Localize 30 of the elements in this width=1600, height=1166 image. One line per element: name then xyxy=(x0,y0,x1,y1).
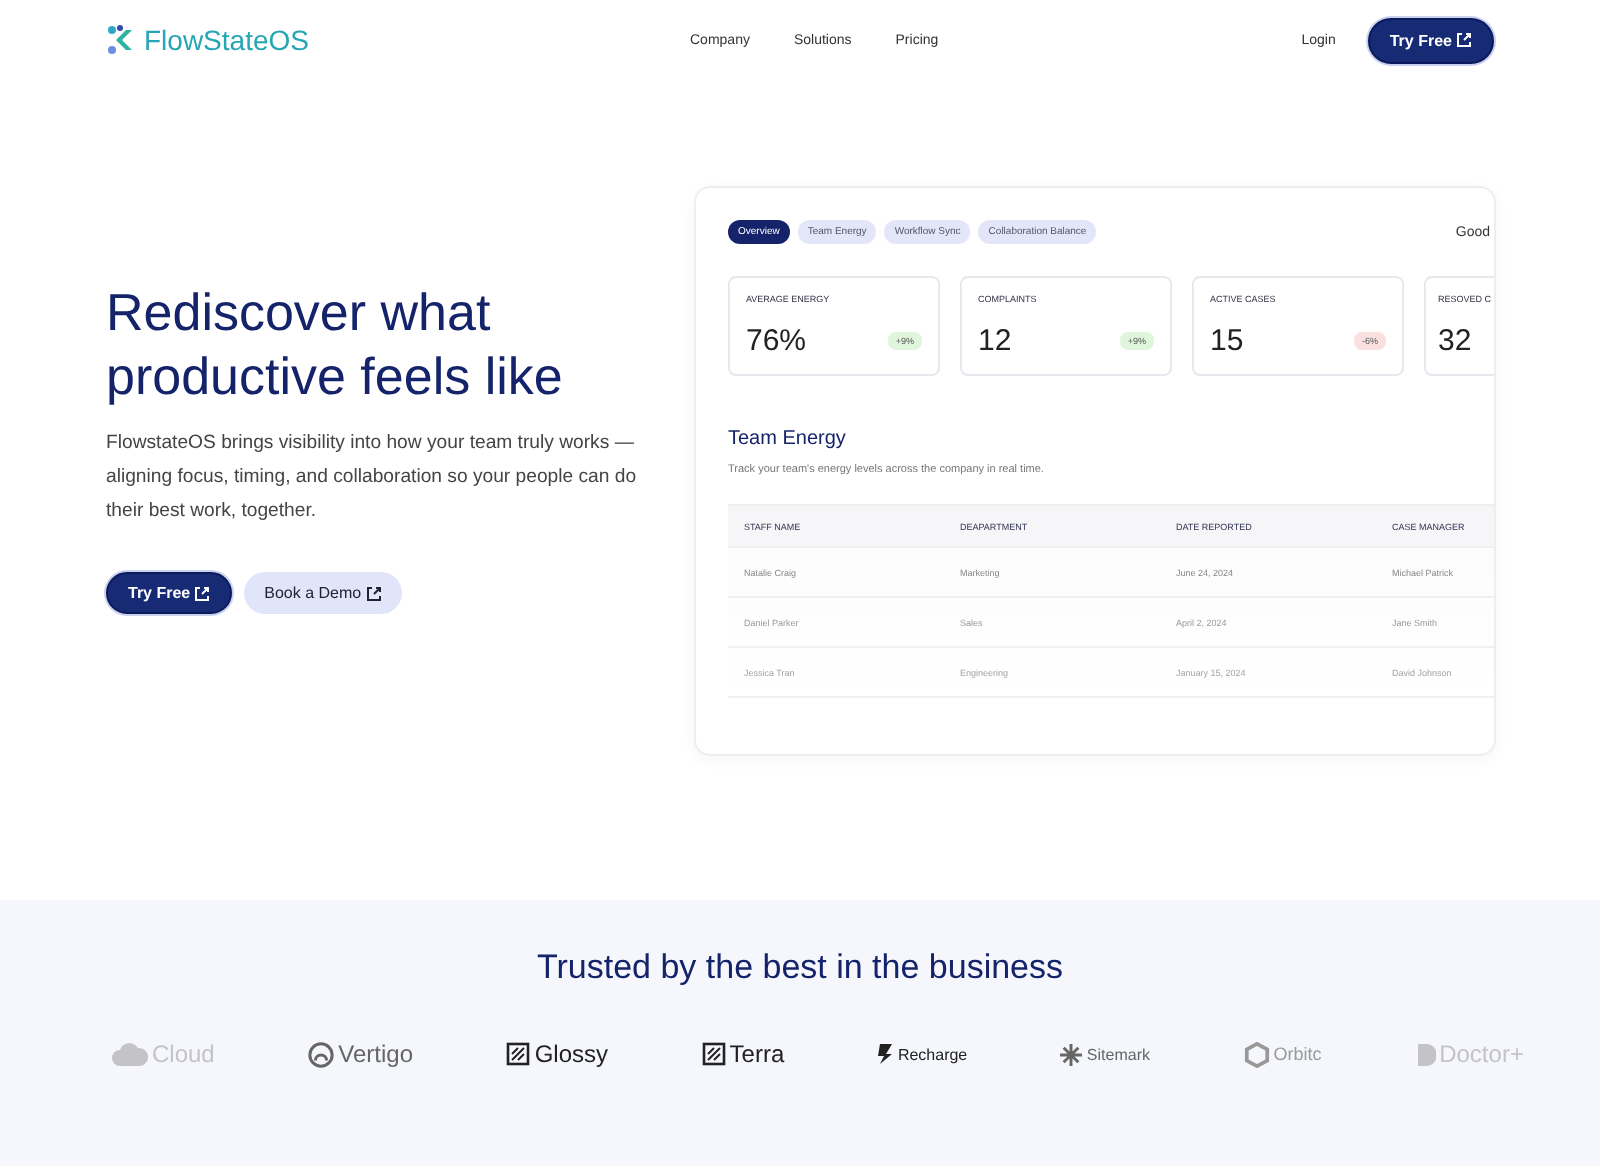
hero-heading: Rediscover what productive feels like xyxy=(106,280,565,408)
book-demo-button[interactable]: Book a Demo xyxy=(244,572,402,614)
logo-mark-icon xyxy=(112,1042,148,1066)
external-link-icon xyxy=(1456,32,1472,48)
section-heading: Trusted by the best in the business xyxy=(534,948,1066,988)
logo-mark-icon xyxy=(877,1044,894,1064)
company-name: Vertigo xyxy=(338,1040,414,1068)
logo-mark-icon xyxy=(1060,1043,1083,1065)
stat-value: 76% xyxy=(746,324,807,358)
external-link-icon xyxy=(194,585,211,601)
hero-description: FlowstateOS brings visibility into how your team truly works — aligning focus, timing, and collaboration so your people can do their best work, together. xyxy=(106,430,639,526)
logo-mark-icon xyxy=(506,1042,531,1066)
company-name: Recharge xyxy=(897,1045,968,1063)
logo-mark-icon xyxy=(701,1042,726,1066)
logo-mark-icon xyxy=(308,1041,335,1067)
logo-mark-icon xyxy=(1243,1041,1270,1067)
try-free-button[interactable]: Try Free xyxy=(106,572,233,614)
logo-icon xyxy=(106,24,138,56)
company-name: Terra xyxy=(729,1040,785,1068)
logo-mark-icon xyxy=(1415,1041,1436,1067)
company-name: Sitemark xyxy=(1086,1045,1150,1063)
company-name: Orbitc xyxy=(1273,1044,1322,1064)
brand-name: FlowStateOS xyxy=(144,24,309,56)
section-heading: Team Energy xyxy=(728,428,848,450)
stat-value: 12 xyxy=(978,324,1012,358)
stat-value: 15 xyxy=(1210,324,1244,358)
external-link-icon xyxy=(365,585,382,601)
try-free-button[interactable]: Try Free xyxy=(1367,17,1494,63)
stat-value: 32 xyxy=(1438,324,1472,358)
company-name: Glossy xyxy=(534,1040,608,1068)
